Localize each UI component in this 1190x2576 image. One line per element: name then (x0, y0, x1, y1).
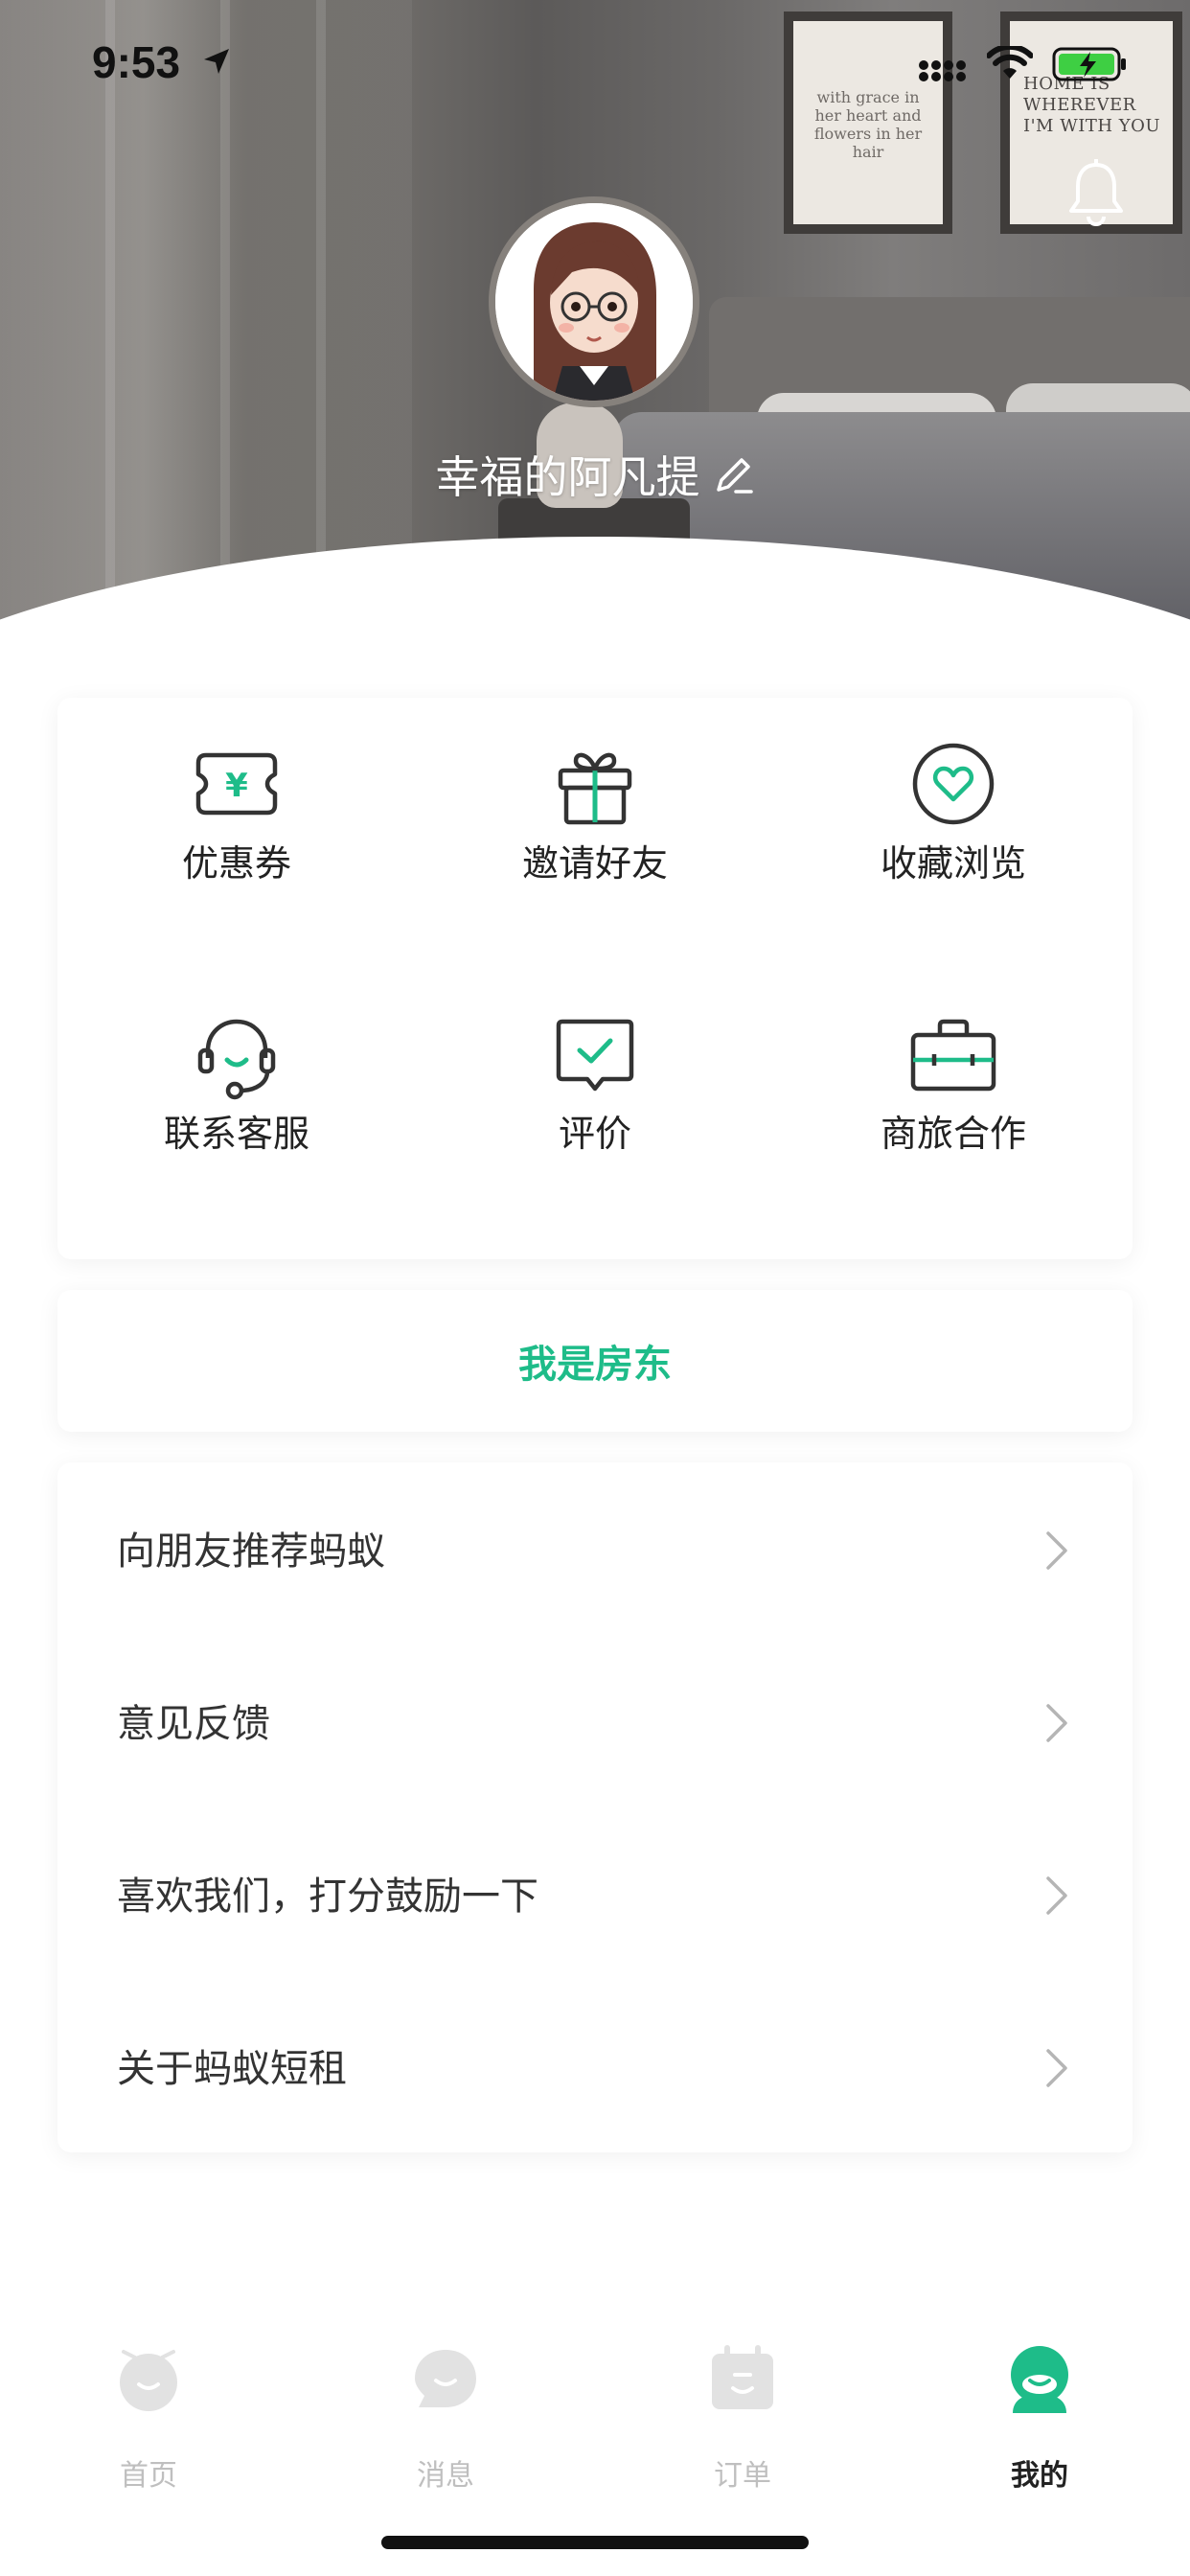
service-label: 联系客服 (163, 1113, 309, 1155)
username: 幸福的阿凡提 (435, 451, 700, 503)
chevron-right-icon (1046, 1704, 1067, 1742)
menu-label: 喜欢我们，打分鼓励一下 (117, 1874, 538, 1919)
battery-charging-icon (1052, 47, 1126, 81)
chevron-right-icon (1046, 1531, 1067, 1570)
settings-list: 向朋友推荐蚂蚁 意见反馈 喜欢我们，打分鼓励一下 关于蚂蚁短租 (57, 1462, 1133, 2152)
avatar-illustration (495, 203, 693, 401)
heart-icon (912, 743, 995, 825)
service-label: 邀请好友 (521, 842, 668, 885)
home-tab-icon (120, 2350, 177, 2411)
service-invite-friends[interactable]: 邀请好友 (416, 698, 774, 947)
service-label: 优惠券 (181, 842, 291, 885)
chevron-right-icon (1046, 1876, 1067, 1915)
order-tab-icon (712, 2345, 773, 2409)
tab-orders[interactable]: 订单 (594, 2344, 891, 2493)
menu-item-recommend[interactable]: 向朋友推荐蚂蚁 (57, 1462, 1133, 1635)
menu-item-feedback[interactable]: 意见反馈 (57, 1635, 1133, 1807)
landlord-button[interactable]: 我是房东 (57, 1290, 1133, 1432)
headset-icon (197, 1019, 276, 1100)
svg-text:¥: ¥ (225, 767, 248, 805)
username-row[interactable]: 幸福的阿凡提 (0, 443, 1190, 506)
profile-tab-icon (1011, 2346, 1068, 2413)
tab-label: 我的 (1011, 2459, 1068, 2493)
tab-label: 首页 (120, 2459, 177, 2493)
tab-label: 消息 (417, 2459, 474, 2493)
services-card: ¥ 优惠券 邀请好友 收藏浏览 联系客服 评价 商旅合作 (57, 698, 1133, 1259)
status-time: 9:53 (92, 37, 181, 87)
cellular-signal-icon (919, 60, 966, 81)
menu-item-about[interactable]: 关于蚂蚁短租 (57, 1980, 1133, 2152)
service-favorites-history[interactable]: 收藏浏览 (774, 698, 1133, 947)
gift-icon (558, 752, 632, 825)
edit-pencil-icon[interactable] (713, 453, 755, 495)
menu-label: 意见反馈 (117, 1702, 270, 1746)
tab-label: 订单 (714, 2459, 771, 2493)
tab-home[interactable]: 首页 (0, 2344, 297, 2493)
review-icon (556, 1019, 634, 1092)
wifi-icon (987, 46, 1033, 79)
service-label: 收藏浏览 (880, 842, 1026, 885)
home-indicator[interactable] (381, 2536, 809, 2549)
status-bar: 9:53 (0, 0, 1190, 125)
landlord-card: 我是房东 (57, 1290, 1133, 1432)
tab-messages[interactable]: 消息 (297, 2344, 594, 2493)
service-business-travel[interactable]: 商旅合作 (774, 968, 1133, 1217)
message-tab-icon (415, 2350, 476, 2407)
coupon-icon: ¥ (195, 752, 278, 816)
location-arrow-icon (204, 49, 229, 74)
bottom-tab-bar: 首页 消息 订单 我的 (0, 2319, 1190, 2511)
chevron-right-icon (1046, 2049, 1067, 2087)
menu-item-rate-app[interactable]: 喜欢我们，打分鼓励一下 (57, 1807, 1133, 1980)
user-avatar[interactable] (489, 196, 699, 407)
tab-profile[interactable]: 我的 (891, 2344, 1188, 2493)
notification-bell-icon[interactable] (1065, 159, 1127, 226)
briefcase-icon (910, 1019, 996, 1092)
service-customer-support[interactable]: 联系客服 (57, 968, 416, 1217)
service-coupons[interactable]: ¥ 优惠券 (57, 698, 416, 947)
service-label: 商旅合作 (880, 1113, 1026, 1155)
menu-label: 向朋友推荐蚂蚁 (117, 1530, 385, 1574)
service-reviews[interactable]: 评价 (416, 968, 774, 1217)
service-label: 评价 (558, 1113, 631, 1155)
menu-label: 关于蚂蚁短租 (117, 2047, 347, 2091)
